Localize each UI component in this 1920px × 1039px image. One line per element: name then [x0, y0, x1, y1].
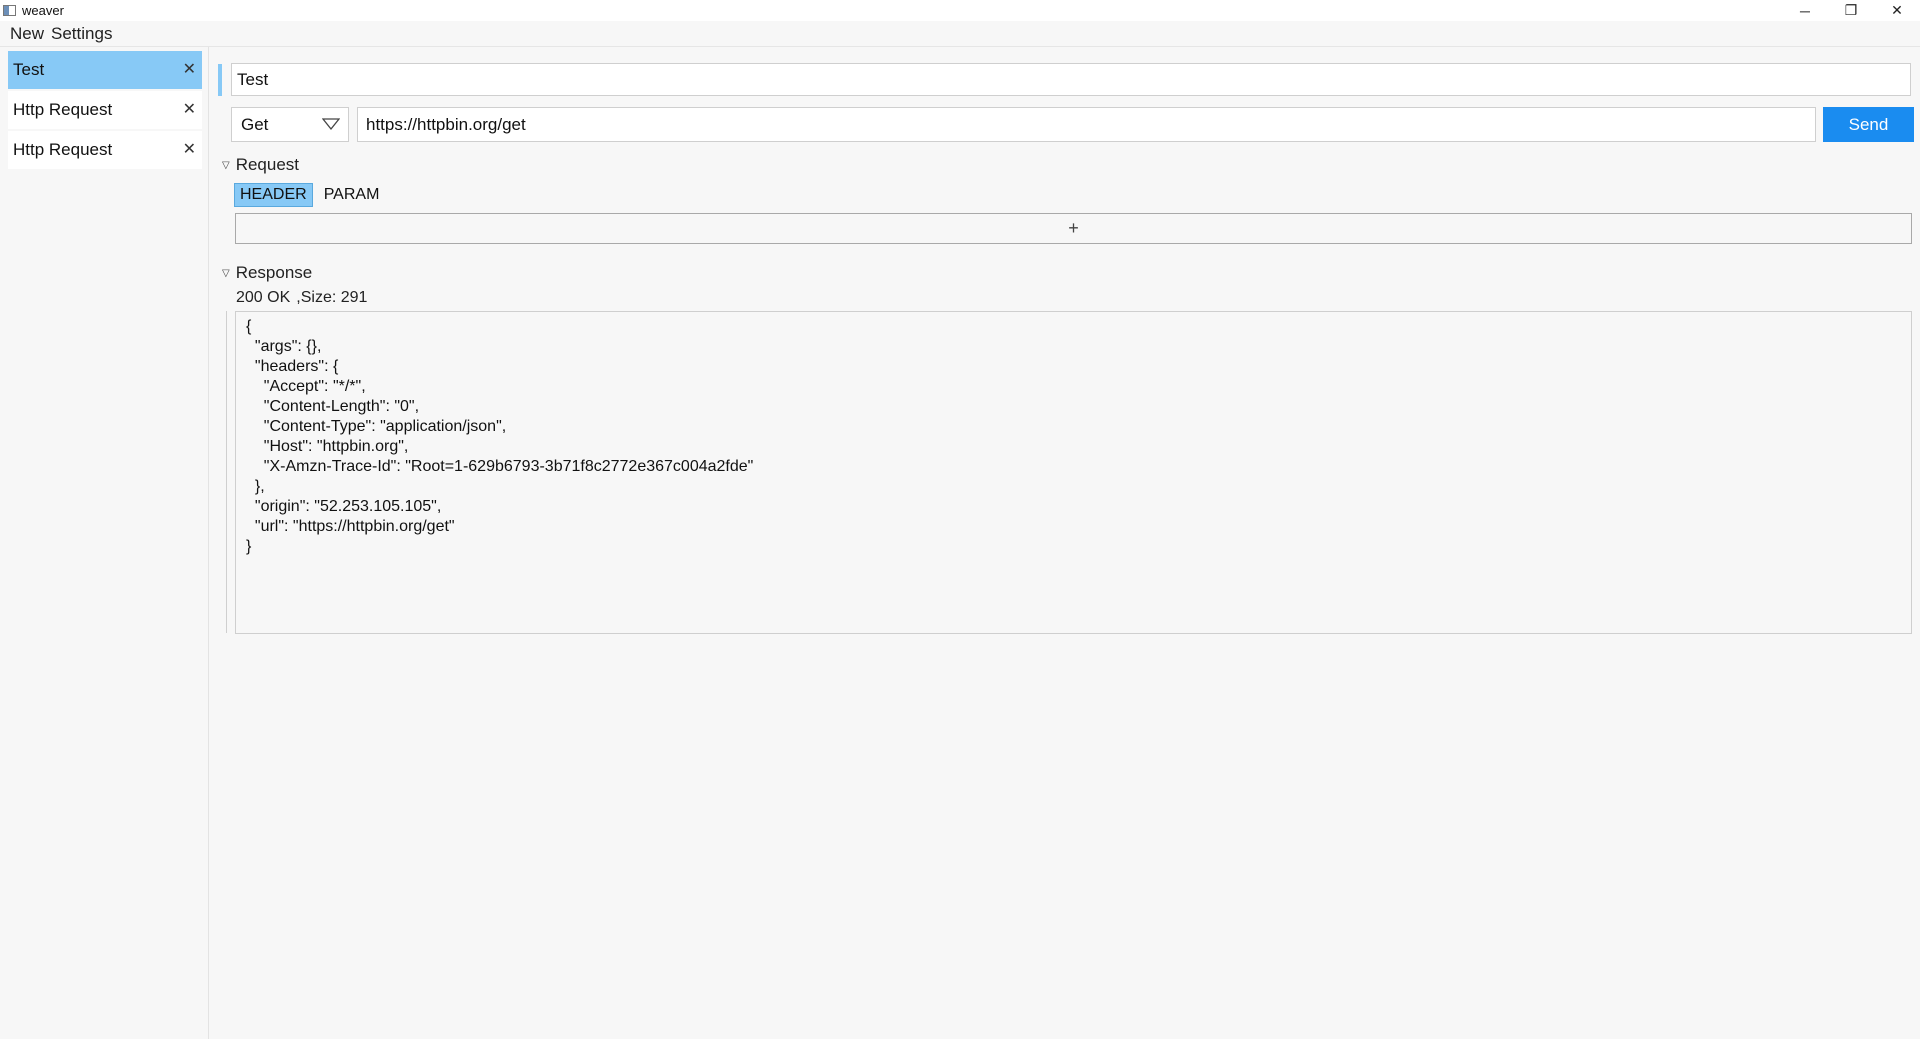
request-sidebar: Test ✕ Http Request ✕ Http Request ✕ — [0, 47, 209, 1039]
window-controls: ─ ❐ ✕ — [1782, 0, 1920, 21]
menu-settings[interactable]: Settings — [49, 24, 117, 44]
response-status: 200 OK ,Size: 291 — [236, 289, 367, 307]
request-editor: Get Send ▽ Request HEADER PARAM + ▽ Resp… — [210, 47, 1920, 1039]
tab-param[interactable]: PARAM — [319, 184, 385, 206]
close-window-button[interactable]: ✕ — [1874, 0, 1920, 21]
request-subtabs: HEADER PARAM — [234, 183, 390, 207]
url-input[interactable] — [357, 107, 1816, 142]
request-section-toggle[interactable]: ▽ Request — [222, 155, 299, 175]
title-bar: weaver ─ ❐ ✕ — [0, 0, 1920, 21]
method-dropdown[interactable]: Get — [231, 107, 349, 142]
request-tab-http-request[interactable]: Http Request ✕ — [8, 91, 202, 129]
request-tab-label: Test — [13, 60, 45, 79]
restore-button[interactable]: ❐ — [1828, 0, 1874, 21]
request-tab-test[interactable]: Test ✕ — [8, 51, 202, 89]
response-size: ,Size: 291 — [296, 289, 368, 306]
active-accent-bar — [218, 64, 222, 96]
triangle-down-icon: ▽ — [222, 159, 230, 171]
request-tab-list: Test ✕ Http Request ✕ Http Request ✕ — [8, 51, 202, 171]
response-section-label: Response — [235, 263, 313, 282]
close-icon[interactable]: ✕ — [183, 142, 196, 158]
response-json: { "args": {}, "headers": { "Accept": "*/… — [246, 318, 754, 555]
request-tab-label: Http Request — [13, 140, 113, 159]
request-name-input[interactable] — [231, 63, 1911, 96]
tab-header[interactable]: HEADER — [234, 183, 313, 207]
window-title: weaver — [22, 3, 64, 18]
close-icon[interactable]: ✕ — [183, 102, 196, 118]
request-tab-http-request[interactable]: Http Request ✕ — [8, 131, 202, 169]
minimize-button[interactable]: ─ — [1782, 0, 1828, 21]
menu-bar: New Settings — [0, 21, 1920, 47]
close-icon[interactable]: ✕ — [183, 62, 196, 78]
chevron-down-icon — [322, 118, 340, 131]
send-button[interactable]: Send — [1823, 107, 1914, 142]
request-tab-label: Http Request — [13, 100, 113, 119]
method-value: Get — [241, 114, 269, 134]
app-icon — [3, 5, 16, 16]
response-rail — [226, 311, 227, 633]
response-section-toggle[interactable]: ▽ Response — [222, 263, 312, 283]
add-header-button[interactable]: + — [235, 213, 1912, 244]
response-body[interactable]: { "args": {}, "headers": { "Accept": "*/… — [235, 311, 1912, 634]
menu-new[interactable]: New — [0, 24, 49, 44]
triangle-down-icon: ▽ — [222, 267, 230, 279]
request-section-label: Request — [235, 155, 300, 174]
status-code: 200 OK — [236, 289, 291, 306]
